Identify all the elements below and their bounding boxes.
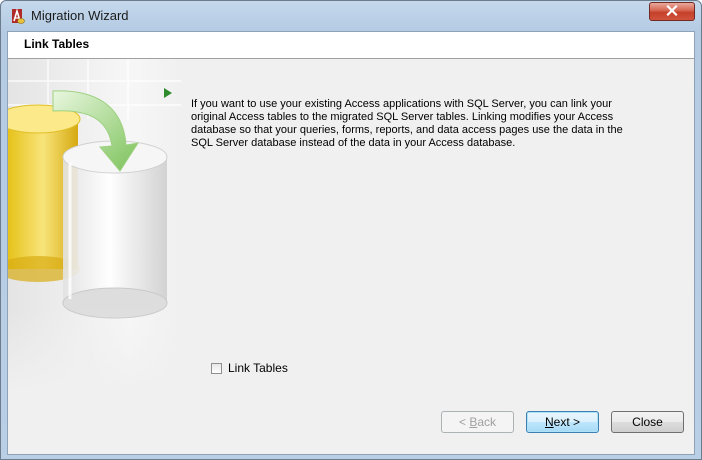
window-close-button[interactable] xyxy=(649,2,695,21)
close-x-icon xyxy=(666,3,678,21)
migration-wizard-window: Migration Wizard Link Tables If you want… xyxy=(0,0,702,460)
wizard-database-illustration xyxy=(8,59,181,392)
back-button-mnemonic: B xyxy=(469,415,478,429)
back-button[interactable]: < Back xyxy=(441,411,514,433)
next-button[interactable]: Next > xyxy=(526,411,599,433)
title-bar[interactable]: Migration Wizard xyxy=(1,1,701,31)
close-button[interactable]: Close xyxy=(611,411,684,433)
wizard-client-area: Link Tables If you want to use your exis… xyxy=(7,31,695,455)
current-step-arrow-icon xyxy=(163,86,173,104)
window-title: Migration Wizard xyxy=(31,8,129,23)
link-tables-checkbox-label[interactable]: Link Tables xyxy=(228,361,288,375)
next-button-rest: ext > xyxy=(553,415,581,429)
back-button-rest: ack xyxy=(477,415,497,429)
link-tables-checkbox-row[interactable]: Link Tables xyxy=(211,361,288,375)
page-title: Link Tables xyxy=(24,37,90,51)
access-app-icon xyxy=(9,7,25,25)
back-button-prefix: < xyxy=(458,415,470,429)
link-tables-checkbox[interactable] xyxy=(211,362,222,374)
link-tables-description: If you want to use your existing Access … xyxy=(191,98,623,149)
wizard-header: Link Tables xyxy=(8,32,694,59)
next-button-mnemonic: N xyxy=(544,415,554,429)
